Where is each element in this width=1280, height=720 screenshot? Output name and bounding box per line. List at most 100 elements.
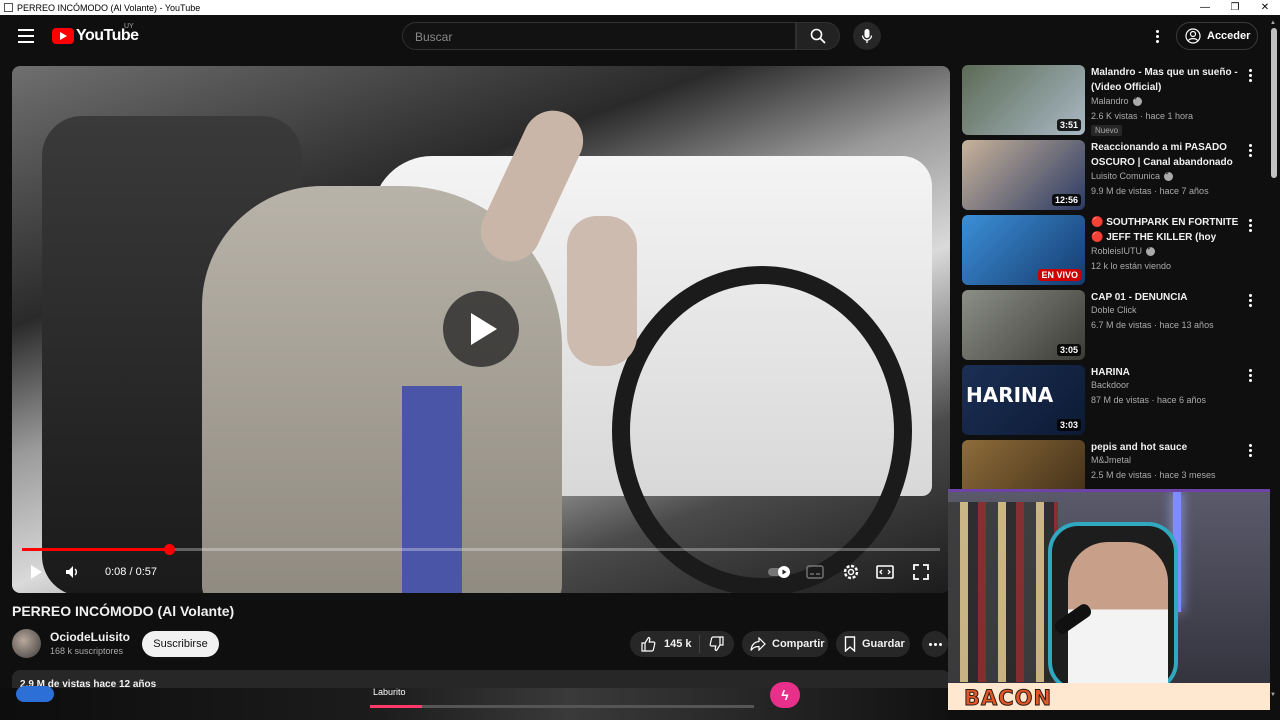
recommendation-title[interactable]: pepis and hot sauce [1091, 440, 1241, 455]
masthead: YouTube UY Buscar Acceder [0, 15, 1280, 57]
recommendation-channel[interactable]: M&Jmetal [1091, 455, 1131, 465]
channel-name-label: Doble Click [1091, 305, 1137, 315]
maximize-button[interactable]: ❐ [1220, 2, 1250, 13]
search-icon [810, 28, 826, 44]
recommendation-menu-button[interactable] [1247, 294, 1253, 310]
recommendation-title[interactable]: Reaccionando a mi PASADO OSCURO | Canal … [1091, 140, 1241, 170]
save-label: Guardar [862, 638, 905, 650]
verified-icon [1146, 244, 1156, 256]
recommendation-title[interactable]: 🔴 SOUTHPARK EN FORTNITE 🔴 JEFF THE KILLE… [1091, 215, 1241, 245]
save-button[interactable]: Guardar [836, 631, 910, 657]
player-controls: 0:08 / 0:57 [12, 560, 950, 586]
recommendation-channel[interactable]: Doble Click [1091, 305, 1137, 315]
share-label: Compartir [772, 638, 825, 650]
recommendation-item[interactable]: 3:51 Malandro - Mas que un sueño - (Video… [962, 65, 1262, 136]
gear-icon [843, 564, 859, 580]
lightning-icon: ϟ [770, 682, 800, 708]
channel-avatar[interactable] [12, 629, 41, 658]
recommendation-meta: 12 k lo están viendo [1091, 261, 1172, 271]
video-player[interactable]: 0:08 / 0:57 [12, 66, 950, 593]
more-actions-button[interactable] [922, 631, 948, 657]
search-button[interactable] [796, 22, 840, 50]
video-thumbnail[interactable]: 12:56 [962, 140, 1085, 210]
video-frame-wheel [612, 266, 912, 593]
recommendation-item[interactable]: 3:05 CAP 01 - DENUNCIA Doble Click 6.7 M de… [962, 290, 1262, 360]
time-display: 0:08 / 0:57 [105, 566, 157, 578]
recommendation-channel[interactable]: Luisito Comunica [1091, 169, 1174, 181]
overlay-app-icon [16, 686, 54, 702]
share-button[interactable]: Compartir [742, 631, 828, 657]
recommendation-channel[interactable]: Malandro [1091, 94, 1142, 106]
duration-badge: 12:56 [1051, 194, 1081, 206]
recommendation-title[interactable]: HARINA [1091, 365, 1241, 380]
recommendation-menu-button[interactable] [1247, 444, 1253, 460]
youtube-logo[interactable]: YouTube UY [52, 23, 139, 45]
recommendation-title[interactable]: Malandro - Mas que un sueño - (Video Off… [1091, 65, 1241, 95]
fullscreen-button[interactable] [910, 560, 932, 584]
scrubber-handle[interactable] [163, 544, 175, 555]
recommendation-item[interactable]: EN VIVO 🔴 SOUTHPARK EN FORTNITE 🔴 JEFF TH… [962, 215, 1262, 285]
hamburger-menu-button[interactable] [14, 25, 38, 47]
scroll-up-arrow[interactable]: ▲ [1270, 20, 1276, 26]
recommendation-menu-button[interactable] [1247, 219, 1253, 235]
channel-name-label: RobleisIUTU [1091, 246, 1143, 256]
voice-search-button[interactable] [853, 22, 881, 50]
duration-badge: 3:05 [1056, 344, 1081, 356]
recommendation-item[interactable]: HARINA 3:03 HARINA Backdoor 87 M de vistas ·… [962, 365, 1262, 435]
verified-icon [1164, 169, 1174, 181]
fullscreen-icon [913, 564, 929, 580]
recommendation-item[interactable]: 12:56 Reaccionando a mi PASADO OSCURO | C… [962, 140, 1262, 210]
overlay-progress-fill [370, 705, 422, 708]
channel-name[interactable]: OciodeLuisito [50, 630, 130, 644]
settings-button[interactable] [840, 560, 862, 584]
overlay-progress-bar [370, 705, 754, 708]
theater-mode-button[interactable] [874, 560, 896, 584]
video-thumbnail[interactable]: 3:51 [962, 65, 1085, 135]
search-input[interactable]: Buscar [402, 22, 796, 50]
volume-button[interactable] [62, 560, 82, 584]
window-title: PERREO INCÓMODO (Al Volante) - YouTube [17, 2, 201, 13]
recommendation-menu-button[interactable] [1247, 144, 1253, 160]
recommendation-menu-button[interactable] [1247, 369, 1253, 385]
page-scrollbar[interactable]: ▲ ▼ [1270, 20, 1278, 720]
bookmark-icon [844, 636, 856, 652]
sign-in-label: Acceder [1207, 30, 1251, 42]
play-button[interactable] [26, 560, 46, 584]
like-count: 145 k [664, 638, 692, 650]
close-window-button[interactable]: ✕ [1250, 2, 1280, 13]
recommendation-meta: 2.5 M de vistas · hace 3 meses [1091, 470, 1216, 480]
scrollbar-thumb[interactable] [1271, 28, 1277, 178]
microphone-icon [861, 29, 873, 43]
subscribe-button[interactable]: Suscribirse [142, 631, 219, 657]
autoplay-toggle[interactable] [766, 560, 794, 584]
recommendation-channel[interactable]: RobleisIUTU [1091, 244, 1156, 256]
progress-played [22, 548, 169, 551]
video-thumbnail[interactable]: 3:05 [962, 290, 1085, 360]
like-button[interactable]: 145 k [630, 635, 700, 653]
large-play-button[interactable] [443, 291, 519, 367]
recommendation-meta: 9.9 M de vistas · hace 7 años [1091, 186, 1209, 196]
video-thumbnail[interactable]: EN VIVO [962, 215, 1085, 285]
channel-name-label: Luisito Comunica [1091, 171, 1161, 181]
minimize-button[interactable]: — [1190, 2, 1220, 13]
recommendation-title[interactable]: CAP 01 - DENUNCIA [1091, 290, 1241, 305]
progress-bar[interactable] [22, 544, 940, 555]
video-thumbnail[interactable]: HARINA 3:03 [962, 365, 1085, 435]
channel-name-label: M&Jmetal [1091, 455, 1132, 465]
region-code: UY [124, 23, 134, 30]
youtube-play-icon [52, 28, 74, 44]
webcam-overlay: BACON [948, 489, 1270, 710]
theater-mode-icon [876, 565, 894, 579]
subtitles-button[interactable] [804, 560, 826, 584]
thumbs-up-icon [641, 636, 656, 652]
sign-in-button[interactable]: Acceder [1176, 22, 1258, 50]
like-dislike-group: 145 k [630, 631, 734, 657]
scroll-down-arrow[interactable]: ▼ [1270, 692, 1276, 698]
volume-icon [66, 566, 77, 578]
recommendation-menu-button[interactable] [1247, 69, 1253, 85]
settings-more-button[interactable] [1148, 26, 1166, 46]
recommendation-channel[interactable]: Backdoor [1091, 380, 1129, 390]
duration-badge: 3:03 [1056, 419, 1081, 431]
verified-icon [1132, 94, 1142, 106]
dislike-button[interactable] [700, 636, 734, 652]
